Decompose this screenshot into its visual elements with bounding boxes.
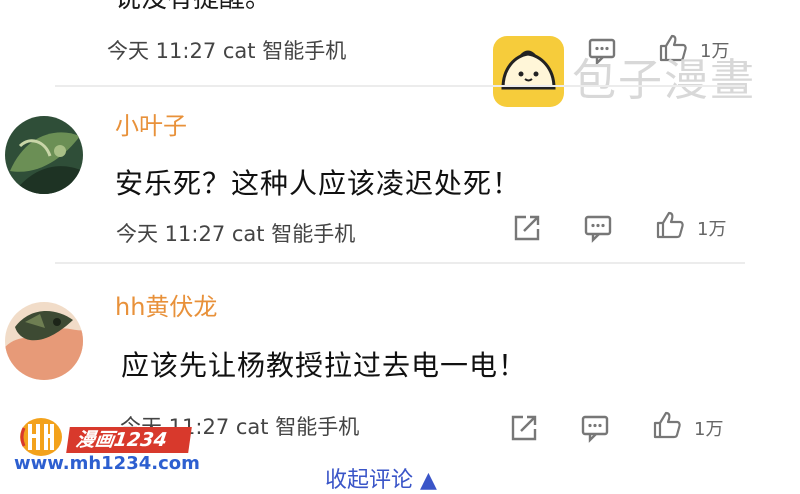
comment-text-partial: 说没有提醒。: [115, 0, 271, 15]
share-icon: [514, 215, 540, 241]
comment-device: cat 智能手机: [222, 39, 347, 63]
comment-username[interactable]: hh黄伏龙: [115, 287, 217, 322]
avatar[interactable]: [5, 302, 83, 380]
like-count: 1万: [697, 219, 727, 240]
baozi-logo-badge: [493, 36, 564, 107]
like-count: 1万: [694, 419, 724, 440]
reply-button[interactable]: [583, 213, 613, 247]
dragon-avatar-icon: [5, 302, 83, 380]
collapse-label: 收起评论: [325, 468, 414, 493]
comment-device: cat 智能手机: [231, 222, 356, 246]
comment-text: 应该先让杨教授拉过去电一电！: [121, 349, 528, 382]
chevron-up-icon: ▲: [420, 468, 437, 493]
divider: [55, 85, 745, 87]
comment-icon: [581, 415, 609, 443]
bun-icon: [501, 50, 556, 90]
comment-meta: 今天 11:27 cat 智能手机: [107, 35, 346, 65]
share-button[interactable]: [509, 413, 539, 447]
site-url: www.mh1234.com: [14, 453, 200, 474]
divider: [55, 262, 745, 264]
comment-username[interactable]: 小叶子: [115, 106, 187, 141]
comment-icon: [584, 215, 612, 243]
avatar[interactable]: [5, 116, 83, 194]
reply-button[interactable]: [580, 413, 610, 447]
comment-text: 安乐死？这种人应该凌迟处死！: [115, 167, 522, 200]
comment-time: 今天 11:27: [116, 222, 226, 246]
share-button[interactable]: [512, 213, 542, 247]
leaf-avatar-icon: [5, 116, 83, 194]
thumbs-up-icon: [653, 411, 681, 439]
site-title-banner: 漫画1234: [66, 427, 192, 453]
like-button[interactable]: [652, 410, 682, 444]
like-button[interactable]: [655, 210, 685, 244]
mh-logo-icon: [20, 418, 62, 456]
baozi-watermark-text: 包子漫畫: [572, 55, 756, 106]
comment-meta: 今天 11:27 cat 智能手机: [116, 218, 355, 248]
comment-device: cat 智能手机: [235, 415, 360, 439]
share-icon: [511, 415, 537, 441]
comment-time: 今天 11:27: [107, 39, 217, 63]
collapse-comments-link[interactable]: 收起评论 ▲: [325, 462, 437, 494]
thumbs-up-icon: [656, 211, 684, 239]
